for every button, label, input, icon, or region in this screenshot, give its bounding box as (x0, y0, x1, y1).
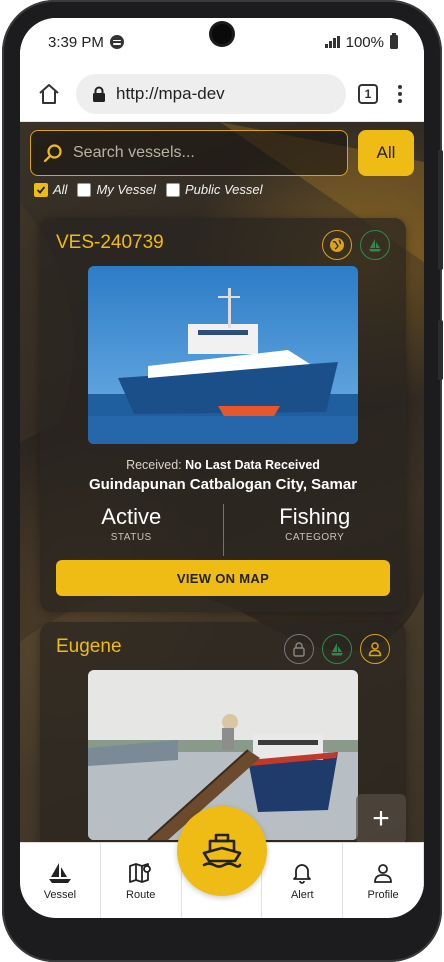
filter-all[interactable]: All (34, 182, 67, 197)
phone-screen: 3:39 PM 100% http://mpa-dev 1 Search ves… (20, 18, 424, 918)
bottom-navigation: Vessel Route Alert Profile (20, 806, 424, 918)
vessel-filters: All My Vessel Public Vessel (34, 182, 263, 197)
received-value: No Last Data Received (185, 458, 320, 472)
url-text: http://mpa-dev (116, 83, 225, 103)
category-label: CATEGORY (285, 532, 345, 543)
filter-public-vessel-label: Public Vessel (184, 182, 263, 197)
boat-icon (331, 643, 343, 656)
filter-public-vessel[interactable]: Public Vessel (165, 182, 263, 197)
add-vessel-button[interactable]: + (356, 794, 406, 844)
filter-all-label: All (53, 182, 68, 197)
nav-vessel[interactable]: Vessel (20, 843, 101, 918)
lock-icon (293, 642, 305, 657)
vessel-photo (88, 266, 358, 444)
owner-badge[interactable] (360, 634, 390, 664)
sailboat-icon (48, 862, 71, 883)
user-icon (374, 863, 392, 883)
home-icon (39, 83, 59, 104)
checkbox-my-vessel[interactable] (77, 182, 92, 197)
search-box (30, 130, 348, 176)
private-badge[interactable] (284, 634, 314, 664)
vessel-type-badge[interactable] (360, 230, 390, 260)
search-row: All (30, 130, 414, 176)
nav-alert-label: Alert (290, 888, 314, 901)
filter-my-vessel[interactable]: My Vessel (77, 182, 156, 197)
category-value: Fishing (279, 504, 351, 529)
nav-alert[interactable]: Alert (262, 843, 344, 918)
public-badge[interactable] (322, 230, 352, 260)
bell-icon (293, 863, 312, 884)
status-stat: Active STATUS (40, 504, 223, 556)
received-label: Received: (126, 458, 182, 472)
category-stat: Fishing CATEGORY (222, 504, 407, 556)
all-button[interactable]: All (358, 130, 414, 176)
filter-my-vessel-label: My Vessel (96, 182, 156, 197)
search-icon (43, 144, 62, 163)
view-on-map-button[interactable]: VIEW ON MAP (56, 560, 390, 596)
vessel-name: VES-240739 (56, 232, 164, 253)
nav-route[interactable]: Route (101, 843, 182, 918)
boat-icon (369, 239, 381, 252)
status-time: 3:39 PM (48, 33, 104, 51)
ship-icon (202, 833, 242, 868)
globe-icon (330, 238, 344, 252)
signal-icon (325, 36, 340, 48)
app-content: All All My Vessel Public Vessel (20, 122, 424, 918)
nav-profile-label: Profile (367, 888, 399, 901)
nav-profile[interactable]: Profile (343, 843, 424, 918)
check-icon (36, 185, 46, 194)
volume-button (438, 150, 443, 270)
map-icon (128, 862, 151, 883)
nav-route-label: Route (126, 888, 156, 901)
vessel-name: Eugene (56, 636, 122, 657)
browser-menu-button[interactable] (390, 84, 410, 103)
battery-percent: 100% (345, 33, 384, 51)
spotify-icon (109, 35, 124, 49)
checkbox-public-vessel[interactable] (165, 182, 180, 197)
search-input[interactable] (73, 144, 335, 162)
power-button (438, 320, 443, 380)
vessel-card: VES-240739 Received: No Last Data Receiv… (40, 218, 406, 612)
checkbox-all[interactable] (34, 182, 48, 197)
phone-frame: 3:39 PM 100% http://mpa-dev 1 Search ves… (2, 0, 443, 962)
front-camera (212, 24, 232, 44)
home-button[interactable] (34, 79, 64, 109)
received-info: Received: No Last Data Received (40, 458, 406, 472)
vessel-location: Guindapunan Catbalogan City, Samar (88, 476, 358, 493)
lock-icon (93, 86, 105, 102)
user-icon (368, 642, 382, 657)
nav-vessel-label: Vessel (43, 888, 77, 901)
vessel-stats: Active STATUS Fishing CATEGORY (40, 504, 406, 556)
status-label: STATUS (110, 532, 152, 543)
address-bar[interactable]: http://mpa-dev (76, 73, 346, 114)
status-value: Active (101, 504, 162, 529)
tab-switcher-button[interactable]: 1 (358, 83, 378, 104)
center-ship-button[interactable] (177, 806, 267, 896)
browser-toolbar: http://mpa-dev 1 (20, 66, 424, 122)
vessel-type-badge[interactable] (322, 634, 352, 664)
battery-icon (390, 33, 398, 49)
